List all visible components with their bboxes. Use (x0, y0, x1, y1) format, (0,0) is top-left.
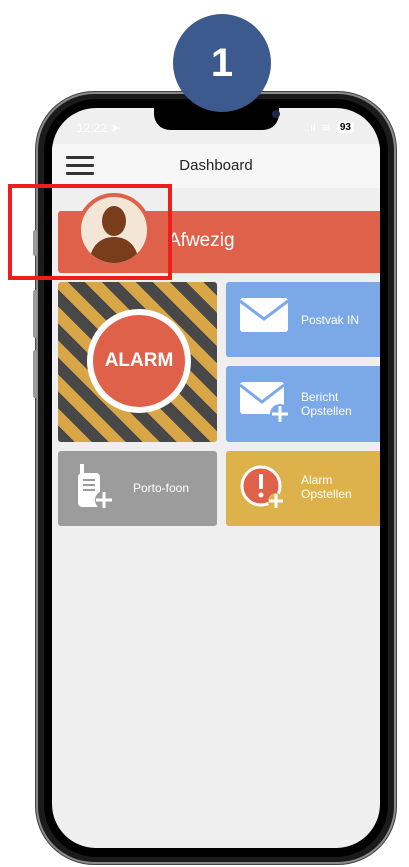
alert-plus-icon (240, 465, 288, 518)
annotation-highlight-box (8, 184, 172, 280)
front-camera-icon (272, 110, 280, 118)
inbox-label: Postvak IN (301, 313, 360, 327)
alarm-label: ALARM (104, 350, 174, 371)
clock-time: 12:22 (77, 121, 108, 135)
compose-alarm-button[interactable]: Alarm Opstellen (226, 451, 380, 526)
location-arrow-icon: ➤ (110, 121, 121, 135)
compose-alarm-label: Alarm Opstellen (301, 473, 352, 501)
compose-message-button[interactable]: Bericht Opstellen (226, 366, 380, 442)
wifi-icon: ≋ (321, 122, 331, 134)
presence-status-label: Afwezig (168, 230, 235, 251)
inbox-button[interactable]: Postvak IN (226, 282, 380, 357)
walkie-talkie-button[interactable]: Porto-foon (58, 451, 217, 526)
battery-icon: 93 (336, 122, 354, 133)
step-number-badge: 1 (173, 14, 271, 112)
envelope-icon (238, 296, 290, 341)
status-bar-time: 12:22 ➤ (77, 121, 120, 135)
compose-message-label: Bericht Opstellen (301, 390, 352, 418)
envelope-plus-icon (238, 380, 292, 431)
phone-side-button (33, 350, 37, 398)
status-bar-indicators: ..ıl ≋ 93 (304, 121, 354, 134)
phone-side-button (33, 290, 37, 338)
alarm-button[interactable]: ALARM (58, 282, 217, 442)
alarm-circle: ALARM (87, 309, 191, 413)
signal-icon: ..ıl (304, 121, 316, 134)
walkie-talkie-plus-icon (74, 464, 118, 517)
walkie-talkie-label: Porto-foon (133, 481, 190, 495)
page-title: Dashboard (179, 157, 253, 174)
app-header: Dashboard (52, 144, 380, 188)
